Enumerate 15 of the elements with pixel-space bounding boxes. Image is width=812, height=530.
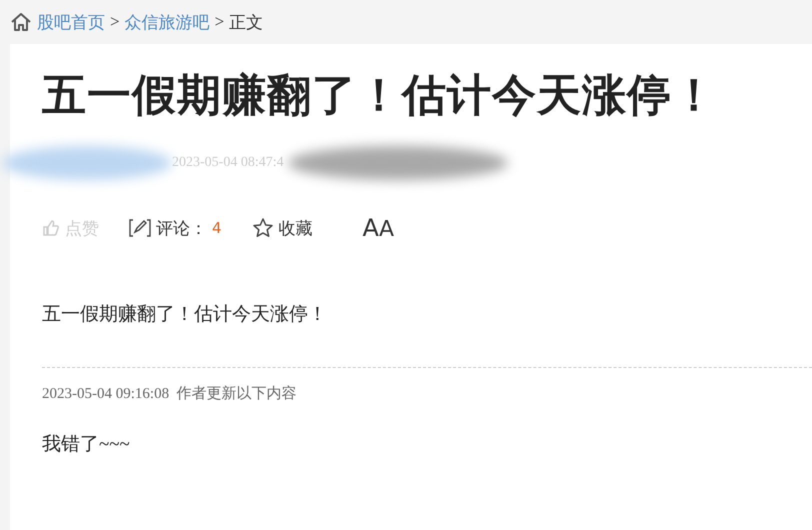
update-info: 2023-05-04 09:16:08 作者更新以下内容 <box>42 384 298 403</box>
thumbs-up-icon <box>42 219 60 237</box>
post-title: 五一假期赚翻了！估计今天涨停！ <box>42 70 718 122</box>
home-icon[interactable] <box>10 12 32 32</box>
post-body: 五一假期赚翻了！估计今天涨停！ <box>42 303 328 327</box>
breadcrumb-separator: > <box>110 12 120 32</box>
star-icon <box>252 217 274 239</box>
comment-count: 4 <box>212 219 222 237</box>
favorite-button[interactable]: 收藏 <box>252 216 313 240</box>
update-text: 我错了~~~ <box>42 433 131 457</box>
breadcrumb-page-title: 正文 <box>229 12 264 34</box>
comment-button[interactable]: 评论： 4 <box>129 216 222 240</box>
edit-icon <box>129 218 151 238</box>
font-size-button[interactable]: AA <box>362 214 394 242</box>
breadcrumb-separator: > <box>214 12 224 32</box>
